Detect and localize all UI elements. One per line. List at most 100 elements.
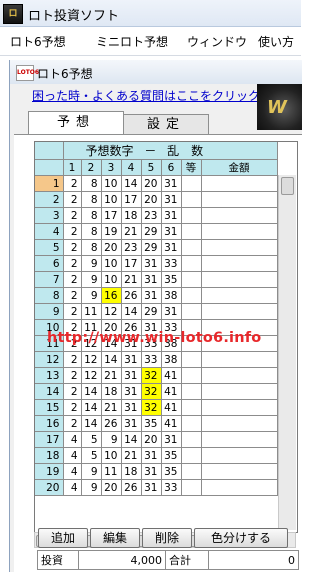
banner-image[interactable]: W: [257, 84, 302, 130]
row-number[interactable]: 16: [35, 415, 64, 432]
number-cell[interactable]: 31: [121, 399, 142, 416]
number-cell[interactable]: 2: [63, 383, 82, 400]
table-row[interactable]: 6 2 9 10 17 31 33: [35, 255, 278, 272]
number-cell[interactable]: 35: [161, 463, 182, 480]
table-row[interactable]: 17 4 5 9 14 20 31: [35, 431, 278, 448]
amount-cell[interactable]: [201, 223, 278, 240]
number-cell[interactable]: 2: [63, 367, 82, 384]
table-row[interactable]: 1 2 8 10 14 20 31: [35, 175, 278, 192]
number-cell[interactable]: 9: [81, 463, 102, 480]
number-cell[interactable]: 35: [141, 415, 162, 432]
rank-cell[interactable]: [181, 175, 202, 192]
number-cell[interactable]: 8: [81, 207, 102, 224]
number-cell[interactable]: 20: [141, 191, 162, 208]
amount-cell[interactable]: [201, 351, 278, 368]
number-cell[interactable]: 9: [81, 255, 102, 272]
number-cell[interactable]: 2: [63, 175, 82, 192]
number-cell[interactable]: 16: [101, 287, 122, 304]
table-row[interactable]: 13 2 12 21 31 32 41: [35, 367, 278, 384]
row-number[interactable]: 1: [35, 175, 64, 192]
number-cell[interactable]: 38: [161, 351, 182, 368]
number-cell[interactable]: 21: [121, 271, 142, 288]
number-cell[interactable]: 31: [161, 239, 182, 256]
number-cell[interactable]: 31: [161, 191, 182, 208]
number-cell[interactable]: 29: [141, 239, 162, 256]
number-cell[interactable]: 8: [81, 191, 102, 208]
number-cell[interactable]: 11: [81, 303, 102, 320]
number-cell[interactable]: 18: [121, 463, 142, 480]
number-cell[interactable]: 35: [161, 271, 182, 288]
row-number[interactable]: 14: [35, 383, 64, 400]
number-cell[interactable]: 2: [63, 223, 82, 240]
rank-cell[interactable]: [181, 399, 202, 416]
row-number[interactable]: 15: [35, 399, 64, 416]
amount-cell[interactable]: [201, 191, 278, 208]
amount-cell[interactable]: [201, 303, 278, 320]
number-cell[interactable]: 31: [141, 463, 162, 480]
number-cell[interactable]: 18: [101, 383, 122, 400]
rank-cell[interactable]: [181, 191, 202, 208]
amount-cell[interactable]: [201, 271, 278, 288]
number-cell[interactable]: 26: [101, 415, 122, 432]
row-number[interactable]: 8: [35, 287, 64, 304]
number-cell[interactable]: 2: [63, 191, 82, 208]
number-cell[interactable]: 31: [141, 479, 162, 496]
table-row[interactable]: 2 2 8 10 17 20 31: [35, 191, 278, 208]
amount-cell[interactable]: [201, 367, 278, 384]
delete-button[interactable]: 削除: [142, 528, 192, 548]
number-cell[interactable]: 4: [63, 447, 82, 464]
table-row[interactable]: 18 4 5 10 21 31 35: [35, 447, 278, 464]
row-number[interactable]: 20: [35, 479, 64, 496]
rank-cell[interactable]: [181, 383, 202, 400]
number-cell[interactable]: 14: [101, 351, 122, 368]
number-cell[interactable]: 20: [101, 239, 122, 256]
number-cell[interactable]: 20: [141, 431, 162, 448]
number-cell[interactable]: 5: [81, 431, 102, 448]
number-cell[interactable]: 17: [101, 207, 122, 224]
number-cell[interactable]: 10: [101, 175, 122, 192]
table-row[interactable]: 8 2 9 16 26 31 38: [35, 287, 278, 304]
number-cell[interactable]: 21: [101, 399, 122, 416]
number-cell[interactable]: 4: [63, 431, 82, 448]
number-cell[interactable]: 17: [121, 191, 142, 208]
number-cell[interactable]: 19: [101, 223, 122, 240]
rank-cell[interactable]: [181, 463, 202, 480]
number-cell[interactable]: 4: [63, 479, 82, 496]
number-cell[interactable]: 20: [101, 479, 122, 496]
number-cell[interactable]: 2: [63, 415, 82, 432]
number-cell[interactable]: 14: [121, 431, 142, 448]
number-cell[interactable]: 38: [161, 287, 182, 304]
row-number[interactable]: 4: [35, 223, 64, 240]
row-number[interactable]: 5: [35, 239, 64, 256]
table-row[interactable]: 3 2 8 17 18 23 31: [35, 207, 278, 224]
number-cell[interactable]: 14: [81, 399, 102, 416]
number-cell[interactable]: 11: [101, 463, 122, 480]
number-cell[interactable]: 31: [161, 175, 182, 192]
number-cell[interactable]: 9: [101, 431, 122, 448]
number-cell[interactable]: 32: [141, 367, 162, 384]
number-cell[interactable]: 21: [121, 223, 142, 240]
table-row[interactable]: 7 2 9 10 21 31 35: [35, 271, 278, 288]
number-cell[interactable]: 31: [161, 207, 182, 224]
rank-cell[interactable]: [181, 415, 202, 432]
number-cell[interactable]: 14: [81, 415, 102, 432]
add-button[interactable]: 追加: [38, 528, 88, 548]
number-cell[interactable]: 12: [81, 351, 102, 368]
rank-cell[interactable]: [181, 431, 202, 448]
amount-cell[interactable]: [201, 431, 278, 448]
amount-cell[interactable]: [201, 255, 278, 272]
number-cell[interactable]: 9: [81, 287, 102, 304]
number-cell[interactable]: 5: [81, 447, 102, 464]
row-number[interactable]: 9: [35, 303, 64, 320]
number-cell[interactable]: 8: [81, 223, 102, 240]
number-cell[interactable]: 26: [121, 479, 142, 496]
number-cell[interactable]: 23: [141, 207, 162, 224]
number-cell[interactable]: 29: [141, 223, 162, 240]
number-cell[interactable]: 31: [141, 255, 162, 272]
table-row[interactable]: 19 4 9 11 18 31 35: [35, 463, 278, 480]
row-number[interactable]: 6: [35, 255, 64, 272]
number-cell[interactable]: 2: [63, 287, 82, 304]
table-row[interactable]: 14 2 14 18 31 32 41: [35, 383, 278, 400]
number-cell[interactable]: 26: [121, 287, 142, 304]
row-number[interactable]: 17: [35, 431, 64, 448]
